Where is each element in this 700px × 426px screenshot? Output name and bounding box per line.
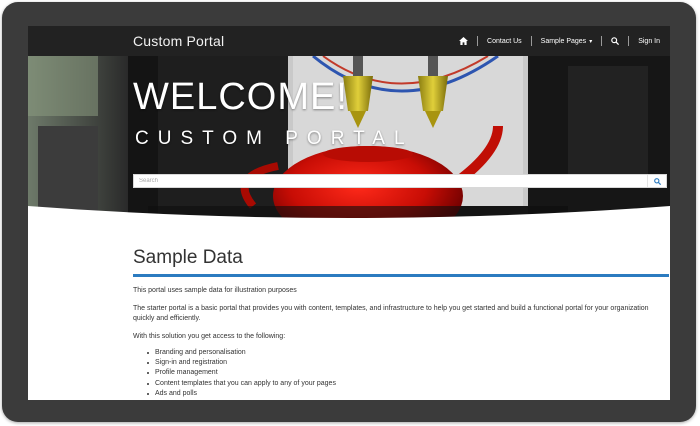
list-item: Branding and personalisation (147, 348, 336, 358)
search-icon[interactable] (611, 37, 620, 45)
sign-in-link[interactable]: Sign In (638, 38, 660, 45)
nav-links: Contact Us Sample Pages ▾ Sign In (459, 26, 660, 56)
intro-paragraph: This portal uses sample data for illustr… (133, 287, 297, 294)
list-item: Content templates that you can apply to … (147, 379, 336, 389)
top-navbar: Custom Portal Contact Us Sample Pages ▾ … (28, 26, 670, 56)
list-item: Sign-in and registration (147, 358, 336, 368)
nav-divider (477, 36, 479, 46)
list-item: Ads and polls (147, 389, 336, 399)
search-button[interactable] (647, 175, 666, 187)
nav-divider (601, 36, 603, 46)
page-title: Sample Data (133, 247, 243, 268)
nav-divider (530, 36, 532, 46)
hero-subtitle: CUSTOM PORTAL (135, 128, 414, 149)
features-list: Branding and personalisation Sign-in and… (147, 348, 336, 399)
search-bar (133, 174, 667, 188)
sample-pages-label: Sample Pages (540, 37, 587, 45)
hero-banner: WELCOME! CUSTOM PORTAL (28, 56, 670, 220)
nav-dropdown-sample-pages[interactable]: Sample Pages ▾ (541, 38, 593, 45)
home-icon[interactable] (459, 37, 468, 45)
search-icon (653, 177, 661, 185)
hero-title: WELCOME! (133, 76, 348, 118)
features-intro: With this solution you get access to the… (133, 333, 286, 340)
title-underline (133, 274, 669, 277)
chevron-down-icon: ▾ (589, 38, 593, 45)
nav-divider (628, 36, 630, 46)
description-paragraph: The starter portal is a basic portal tha… (133, 305, 649, 322)
hero-curve-divider (28, 206, 670, 220)
nav-link-contact[interactable]: Contact Us (487, 38, 522, 45)
main-content: Sample Data This portal uses sample data… (133, 247, 669, 397)
device-frame: Custom Portal Contact Us Sample Pages ▾ … (2, 2, 696, 422)
brand-title[interactable]: Custom Portal (133, 33, 224, 49)
browser-screen: Custom Portal Contact Us Sample Pages ▾ … (28, 26, 670, 400)
list-item: Profile management (147, 368, 336, 378)
search-input[interactable] (134, 175, 649, 187)
